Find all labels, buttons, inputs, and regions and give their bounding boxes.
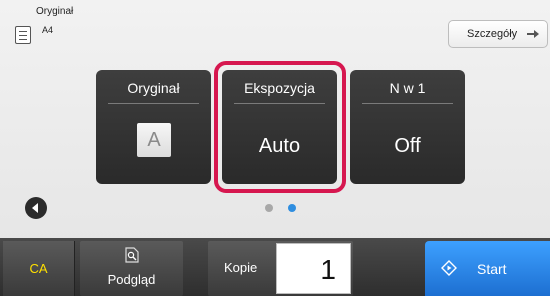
tile-n-up[interactable]: N w 1 Off <box>350 70 465 184</box>
tile-divider <box>108 103 199 104</box>
copies-field[interactable]: 1 <box>276 243 351 294</box>
selection-highlight <box>214 61 346 193</box>
page-dot[interactable] <box>265 204 273 212</box>
original-size: A4 <box>42 25 54 35</box>
details-button[interactable]: Szczegóły <box>448 20 548 48</box>
arrow-right-icon <box>527 30 539 38</box>
tile-divider <box>362 103 453 104</box>
preview-icon <box>125 247 139 263</box>
copies-control: Kopie 1 <box>208 241 353 296</box>
copy-screen: Oryginał A4 Szczegóły Oryginał A Ekspozy… <box>0 0 550 296</box>
start-label: Start <box>477 261 507 277</box>
tile-title: N w 1 <box>389 80 426 96</box>
copies-label: Kopie <box>224 260 258 275</box>
document-icon <box>15 26 31 44</box>
tile-title: Oryginał <box>127 80 180 96</box>
tile-original[interactable]: Oryginał A <box>96 70 211 184</box>
original-indicator[interactable]: Oryginał A4 <box>12 4 102 44</box>
chevron-left-icon[interactable] <box>25 197 47 219</box>
original-orientation-icon: A <box>137 123 171 157</box>
ca-button[interactable]: CA <box>3 241 75 296</box>
original-label: Oryginał <box>36 6 74 17</box>
preview-label: Podgląd <box>107 272 156 287</box>
start-button[interactable]: Start <box>425 241 550 296</box>
page-dot-active[interactable] <box>288 204 296 212</box>
details-label: Szczegóły <box>467 28 518 40</box>
preview-button[interactable]: Podgląd <box>80 241 183 296</box>
start-icon <box>441 260 457 276</box>
tile-value: Off <box>394 135 421 157</box>
